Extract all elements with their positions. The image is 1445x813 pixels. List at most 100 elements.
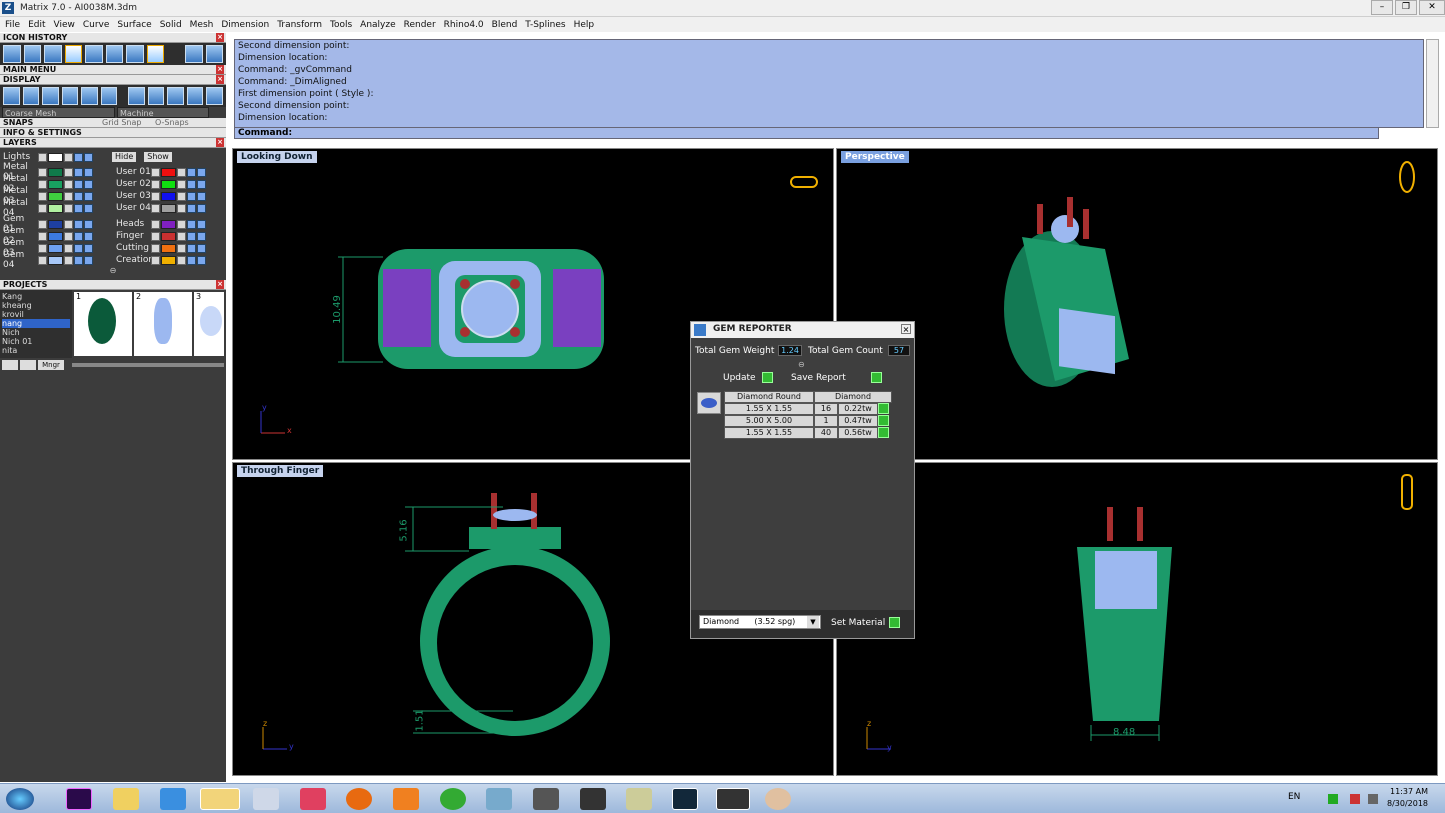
- visibility-icon[interactable]: [84, 191, 93, 201]
- sphere-view-icon[interactable]: [42, 87, 59, 105]
- calculator-icon[interactable]: [253, 788, 279, 810]
- shape-tool-icon[interactable]: [105, 45, 123, 63]
- visibility-icon[interactable]: [74, 191, 83, 201]
- expand-icon[interactable]: [151, 191, 160, 201]
- expand-icon[interactable]: [38, 191, 47, 201]
- save-report-button[interactable]: Save Report: [791, 373, 846, 383]
- table-row[interactable]: 5.00 X 5.00 1 0.47tw: [724, 415, 914, 427]
- layer-creation[interactable]: Creation: [113, 254, 226, 266]
- mesh-select[interactable]: Coarse Mesh: [2, 107, 115, 118]
- layer-color-swatch[interactable]: [48, 167, 63, 177]
- layer-color-swatch[interactable]: [161, 191, 176, 201]
- lock-icon[interactable]: [177, 167, 186, 177]
- material-ball-icon[interactable]: [167, 87, 184, 105]
- row-arrow-icon[interactable]: [878, 427, 889, 438]
- expand-icon[interactable]: [151, 219, 160, 229]
- set-material-button[interactable]: Set Material: [831, 618, 885, 628]
- close-icon[interactable]: ×: [216, 33, 224, 42]
- chevron-down-icon[interactable]: ▼: [807, 616, 819, 628]
- grid-toggle-icon[interactable]: [100, 87, 118, 105]
- minimize-button[interactable]: –: [1371, 0, 1393, 15]
- layer-color-swatch[interactable]: [161, 255, 176, 265]
- volume-icon[interactable]: [1368, 794, 1378, 804]
- viewport-label[interactable]: Through Finger: [237, 465, 324, 477]
- expand-icon[interactable]: [151, 179, 160, 189]
- project-thumbnail-1[interactable]: 1: [74, 292, 132, 356]
- visibility-icon[interactable]: [197, 231, 206, 241]
- menu-curve[interactable]: Curve: [83, 20, 110, 30]
- expand-icon[interactable]: [151, 203, 160, 213]
- lock-icon[interactable]: [177, 243, 186, 253]
- visibility-icon[interactable]: [187, 179, 196, 189]
- expand-icon[interactable]: [151, 167, 160, 177]
- layer-color-swatch[interactable]: [161, 179, 176, 189]
- visibility-icon[interactable]: [197, 219, 206, 229]
- folder-icon[interactable]: [200, 788, 240, 810]
- osnaps-toggle[interactable]: O-Snaps: [155, 118, 189, 128]
- menu-transform[interactable]: Transform: [277, 20, 322, 30]
- material-ball-icon[interactable]: [147, 87, 165, 105]
- menu-file[interactable]: File: [5, 20, 20, 30]
- setting-tool-icon[interactable]: [64, 45, 82, 63]
- visibility-icon[interactable]: [74, 243, 83, 253]
- clock-date[interactable]: 8/30/2018: [1387, 799, 1428, 808]
- menu-mesh[interactable]: Mesh: [190, 20, 214, 30]
- expand-icon[interactable]: [38, 255, 47, 265]
- viewport-label[interactable]: Perspective: [841, 151, 909, 163]
- gem-reporter-header[interactable]: GEM REPORTER ×: [691, 322, 914, 338]
- row-arrow-icon[interactable]: [878, 415, 889, 426]
- visibility-icon[interactable]: [197, 179, 206, 189]
- layers-header[interactable]: LAYERS ×: [0, 138, 226, 148]
- lock-icon[interactable]: [64, 167, 73, 177]
- paint-icon[interactable]: [765, 788, 791, 810]
- lock-icon[interactable]: [177, 231, 186, 241]
- close-icon[interactable]: ×: [216, 65, 224, 74]
- chrome-icon[interactable]: [440, 788, 466, 810]
- update-button[interactable]: Update: [723, 373, 756, 383]
- visibility-icon[interactable]: [84, 231, 93, 241]
- visibility-icon[interactable]: [197, 203, 206, 213]
- add-project-button[interactable]: [2, 360, 18, 370]
- menu-dimension[interactable]: Dimension: [221, 20, 269, 30]
- viewport-perspective[interactable]: Perspective: [836, 148, 1438, 460]
- expand-icon[interactable]: [38, 167, 47, 177]
- lock-icon[interactable]: [177, 203, 186, 213]
- material-select[interactable]: Machine: [117, 107, 209, 118]
- layer-user-03[interactable]: User 03: [113, 190, 226, 202]
- visibility-icon[interactable]: [187, 219, 196, 229]
- shaded-view-icon[interactable]: [61, 87, 79, 105]
- project-scrollbar[interactable]: [72, 363, 224, 367]
- visibility-icon[interactable]: [84, 255, 93, 265]
- forward-arrow-icon[interactable]: [205, 45, 223, 63]
- projects-header[interactable]: PROJECTS ×: [0, 280, 226, 290]
- material-ball-icon[interactable]: [186, 87, 204, 105]
- expand-icon[interactable]: [38, 179, 47, 189]
- menu-solid[interactable]: Solid: [160, 20, 182, 30]
- layer-metal-04[interactable]: Metal 04: [0, 198, 113, 218]
- dimension-tool-icon[interactable]: [3, 45, 21, 63]
- tool-icon[interactable]: [486, 788, 512, 810]
- menu-render[interactable]: Render: [404, 20, 436, 30]
- command-input[interactable]: Command:: [234, 127, 1379, 139]
- rhino-icon[interactable]: [716, 788, 750, 810]
- layer-user-04[interactable]: User 04: [113, 202, 226, 214]
- manager-button[interactable]: Mngr: [38, 360, 64, 370]
- visibility-icon[interactable]: [197, 243, 206, 253]
- layer-heads[interactable]: Heads: [113, 218, 226, 230]
- language-indicator[interactable]: EN: [1288, 792, 1300, 802]
- project-item-selected[interactable]: nang: [2, 319, 70, 328]
- start-button[interactable]: [6, 788, 34, 810]
- project-thumbnail-2[interactable]: 2: [134, 292, 192, 356]
- layer-color-swatch[interactable]: [161, 219, 176, 229]
- viewport-side[interactable]: 8.48 y z: [836, 462, 1438, 776]
- command-scrollbar[interactable]: [1426, 39, 1439, 128]
- media-player-icon[interactable]: [393, 788, 419, 810]
- viewport-label[interactable]: Looking Down: [237, 151, 317, 163]
- lock-icon[interactable]: [64, 152, 73, 162]
- visibility-icon[interactable]: [197, 167, 206, 177]
- lock-icon[interactable]: [64, 255, 73, 265]
- layer-gem-04[interactable]: Gem 04: [0, 250, 113, 270]
- expand-icon[interactable]: [38, 231, 47, 241]
- menu-blend[interactable]: Blend: [492, 20, 518, 30]
- layer-cutting[interactable]: Cutting: [113, 242, 226, 254]
